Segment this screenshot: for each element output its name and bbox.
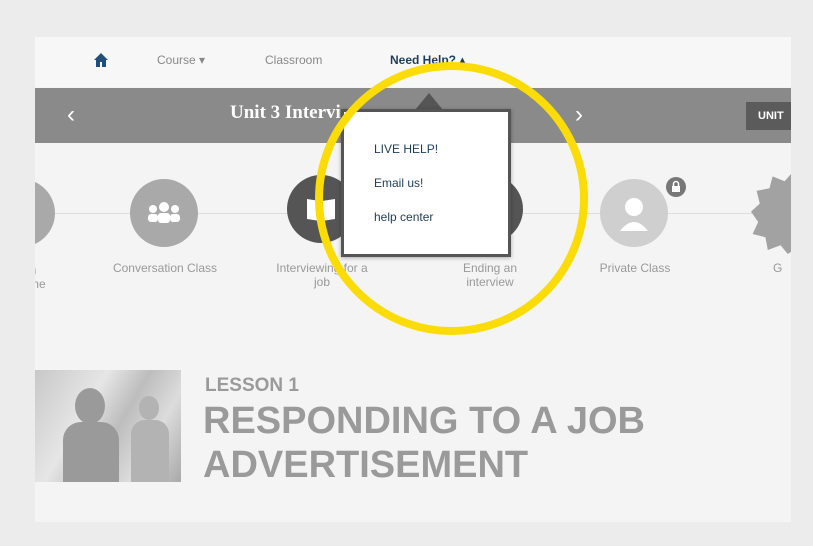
- lesson-number-label: LESSON 1: [205, 375, 299, 396]
- timeline-label-badge: G: [773, 261, 783, 275]
- unit-title: Unit 3 Intervi: [230, 102, 341, 123]
- lock-icon: [666, 177, 686, 197]
- prev-unit-arrow[interactable]: ‹: [67, 101, 75, 129]
- timeline-label-private-class: Private Class: [599, 261, 671, 275]
- highlight-circle: [315, 62, 588, 335]
- classroom-menu[interactable]: Classroom: [265, 53, 322, 67]
- group-icon: [148, 202, 180, 223]
- app-frame: Course ▾ Classroom Need Help? ▴ ‹ Unit 3…: [35, 37, 791, 522]
- lesson-thumbnail-photo: [35, 370, 181, 482]
- timeline-label-conversation-class: Conversation Class: [112, 261, 218, 275]
- timeline-node-private-class[interactable]: [600, 179, 668, 247]
- timeline-node-conversation-class[interactable]: [130, 179, 198, 247]
- home-icon[interactable]: [93, 52, 109, 68]
- lesson-title[interactable]: RESPONDING TO A JOB ADVERTISEMENT: [203, 399, 653, 487]
- unit-button[interactable]: UNIT: [746, 102, 791, 130]
- badge-icon[interactable]: [751, 174, 791, 254]
- next-unit-arrow[interactable]: ›: [575, 101, 583, 129]
- timeline-node-partial[interactable]: [35, 179, 55, 247]
- timeline-label-partial: an time: [35, 263, 46, 291]
- person-icon: [620, 198, 648, 231]
- course-menu[interactable]: Course ▾: [157, 53, 205, 67]
